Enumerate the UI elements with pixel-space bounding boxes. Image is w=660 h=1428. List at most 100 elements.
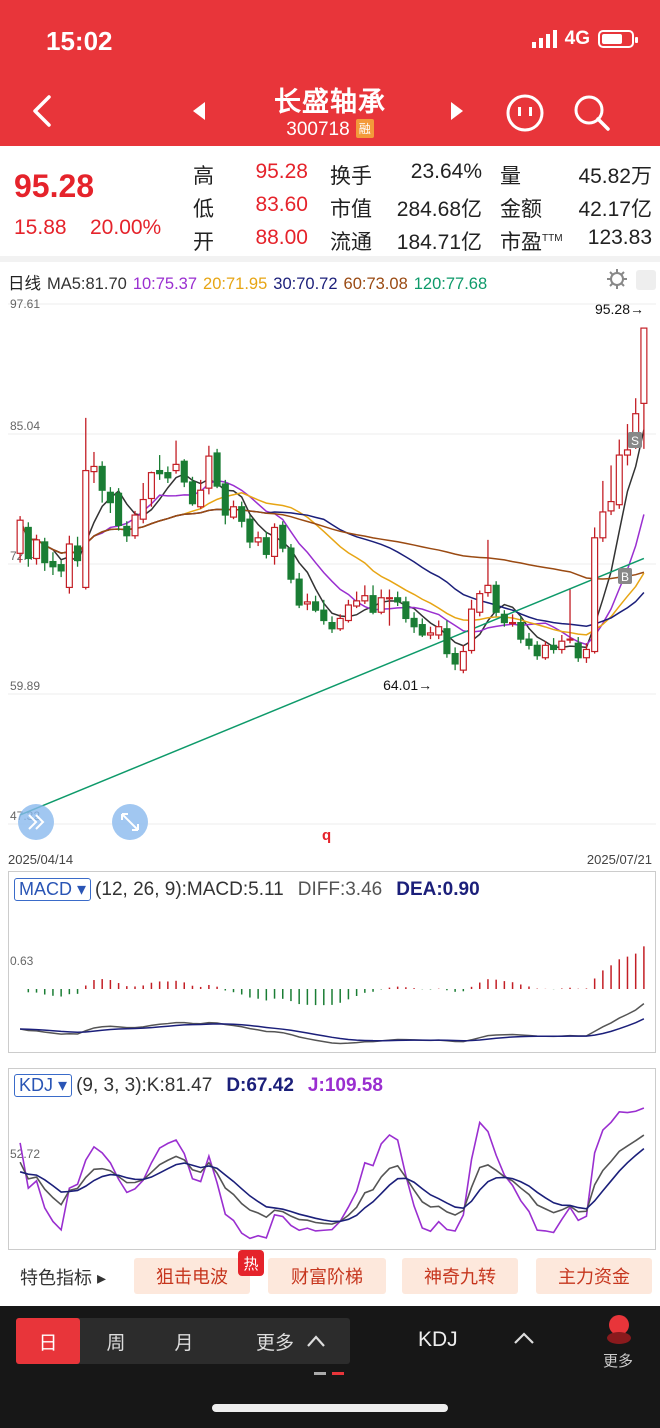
price-axis-label: 97.61 <box>10 297 40 311</box>
divider <box>0 256 660 262</box>
candle-body <box>525 638 533 646</box>
candle <box>90 451 98 483</box>
more-icon[interactable] <box>604 1314 634 1344</box>
next-stock-button[interactable] <box>442 96 472 126</box>
current-price: 95.28 <box>14 168 95 204</box>
candle <box>533 641 541 660</box>
candle-body <box>476 593 484 613</box>
candle-body <box>517 621 525 640</box>
candle-body <box>246 518 254 543</box>
candle-body <box>131 514 139 537</box>
tab-sniper-wave[interactable]: 狙击电波 <box>134 1258 250 1294</box>
quote-key: 流通 <box>330 231 372 254</box>
candle-body <box>402 601 410 620</box>
status-indicators: 4G <box>531 28 638 50</box>
tab-wealth-ladder[interactable]: 财富阶梯 <box>268 1258 386 1294</box>
candle <box>312 595 320 613</box>
hot-badge: 热 <box>238 1250 264 1276</box>
tab-main-funds[interactable]: 主力资金 <box>536 1258 652 1294</box>
margin-badge: 融 <box>355 119 374 138</box>
more-label[interactable]: 更多 <box>603 1350 633 1371</box>
home-indicator <box>212 1404 448 1412</box>
candle-body <box>435 626 443 636</box>
candle-body <box>426 632 435 636</box>
candle <box>49 552 57 576</box>
macd-axis-label: 0.63 <box>10 954 34 968</box>
candle <box>541 641 549 660</box>
candle-body <box>16 519 24 554</box>
macd-selector[interactable]: MACD ▾ <box>14 878 92 901</box>
candle-body <box>385 597 394 600</box>
candle <box>74 536 82 567</box>
page-dot <box>314 1372 326 1375</box>
candle-body <box>139 498 147 520</box>
quote-key: 金额 <box>500 198 542 221</box>
candle <box>98 461 106 503</box>
quote-key: 高 <box>193 165 214 188</box>
candle <box>246 515 254 549</box>
candle <box>476 590 484 617</box>
candle <box>459 645 467 674</box>
candle <box>254 531 262 547</box>
signal-icon <box>531 30 557 48</box>
chevron-up-icon[interactable] <box>512 1330 536 1346</box>
candle <box>328 616 336 633</box>
candle <box>492 581 500 617</box>
quote-value: 184.71亿 <box>396 231 482 254</box>
search-button[interactable] <box>570 92 614 134</box>
status-time: 15:02 <box>46 26 113 56</box>
candle <box>139 482 147 524</box>
candle <box>640 327 648 449</box>
candle-body <box>287 547 295 580</box>
bottom-toolbar: 日 周 月 更多 KDJ 更多 <box>0 1306 660 1428</box>
candle-body <box>180 460 188 483</box>
period-month[interactable]: 月 <box>152 1318 216 1364</box>
candle <box>418 618 426 638</box>
candle-body <box>467 608 476 652</box>
price-change: 15.88 <box>14 216 67 239</box>
stock-name: 长盛轴承 <box>274 87 386 117</box>
kdj-j: J:109.58 <box>307 1075 383 1096</box>
candle-body <box>640 327 648 404</box>
candle <box>558 634 566 654</box>
candle-body <box>41 541 49 564</box>
candle-body <box>328 621 336 630</box>
candle-body <box>303 601 311 605</box>
kdj-axis-label: 52.72 <box>10 1147 40 1161</box>
quote-value: 83.60 <box>255 193 308 216</box>
candle-body <box>213 452 221 487</box>
face-icon <box>506 94 544 132</box>
candlestick-chart[interactable]: 97.6185.0472.4759.8947.3295.28→64.01→SBq <box>8 296 656 844</box>
period-week[interactable]: 周 <box>84 1318 148 1364</box>
candle <box>451 647 459 671</box>
chat-button[interactable] <box>504 92 546 134</box>
expand-icon[interactable] <box>636 270 656 290</box>
candle-body <box>558 640 566 651</box>
period-day[interactable]: 日 <box>16 1318 80 1364</box>
candle-body <box>238 506 246 522</box>
period-more[interactable]: 更多 <box>236 1318 346 1364</box>
candle <box>57 560 65 578</box>
feature-label[interactable]: 特色指标 ▸ <box>20 1264 106 1290</box>
candle <box>582 643 590 663</box>
candle-body <box>221 483 229 516</box>
tab-magic-nine[interactable]: 神奇九转 <box>402 1258 518 1294</box>
ma-legend-item: 60:73.08 <box>343 275 408 293</box>
candle-body <box>344 604 352 622</box>
candle <box>131 510 139 539</box>
candle-body <box>270 526 279 558</box>
candle-body <box>262 537 270 555</box>
ma-legend-item: 120:77.68 <box>413 275 488 293</box>
candle-body <box>147 472 155 500</box>
price-axis-label: 85.04 <box>10 419 40 433</box>
indicator-switch[interactable]: KDJ <box>418 1328 458 1352</box>
settings-button[interactable] <box>604 266 630 292</box>
ma-line-60 <box>19 508 645 580</box>
stock-code: 300718 <box>286 119 350 140</box>
kdj-selector[interactable]: KDJ ▾ <box>14 1074 73 1097</box>
candle-body <box>106 491 114 504</box>
candle <box>410 612 418 633</box>
candle-body <box>541 644 549 659</box>
candle <box>385 589 394 626</box>
quote-key: 量 <box>500 165 521 188</box>
